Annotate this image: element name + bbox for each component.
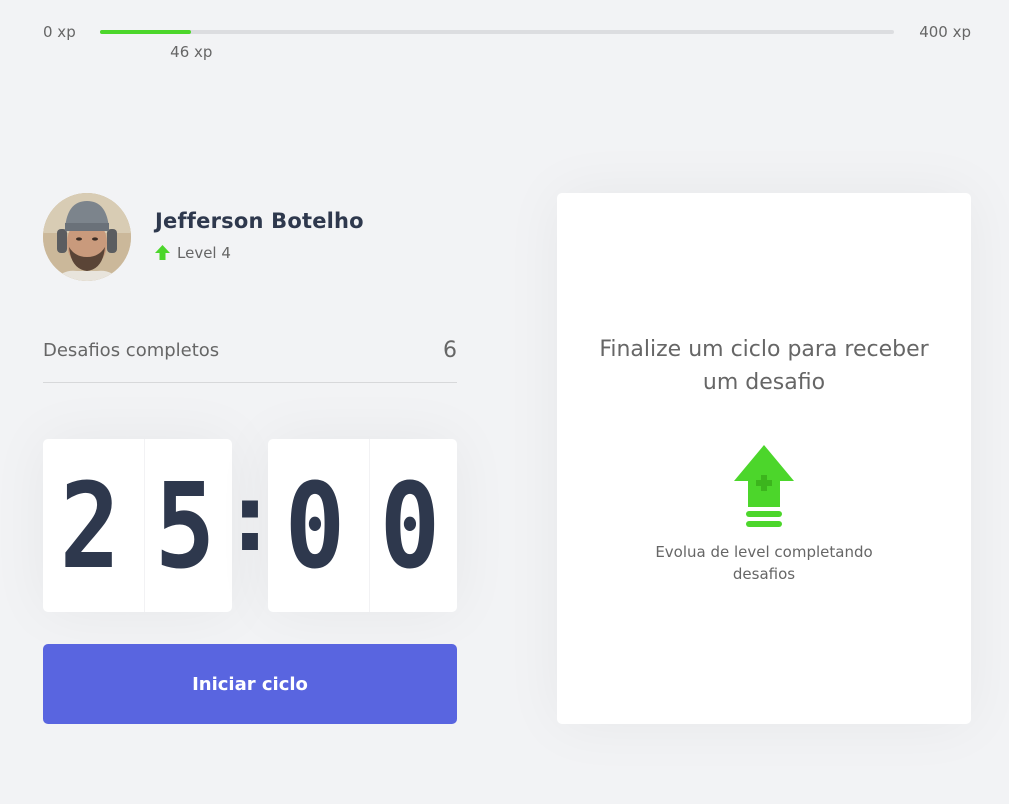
avatar: [43, 193, 131, 281]
countdown-minutes: 2 5: [43, 439, 232, 612]
start-cycle-button[interactable]: Iniciar ciclo: [43, 644, 457, 724]
level-label: Level 4: [177, 243, 231, 262]
xp-track: [100, 30, 894, 34]
profile-name: Jefferson Botelho: [155, 208, 364, 233]
second-ones-digit: 0: [369, 439, 450, 612]
completed-challenges-count: 6: [443, 338, 457, 363]
challenge-box: Finalize um ciclo para receber um desafi…: [557, 193, 971, 724]
xp-current-label: 46 xp: [170, 43, 213, 61]
profile-level: Level 4: [155, 244, 364, 262]
countdown-separator: :: [232, 466, 268, 572]
moveit-page: 0 xp 46 xp 400 xp Jefferson Botelho Leve…: [0, 0, 1009, 804]
xp-progress-fill: [100, 30, 192, 34]
challenge-hint: Evolua de level completando desafios: [655, 543, 873, 583]
level-up-icon: [734, 445, 794, 527]
xp-min-label: 0 xp: [43, 23, 76, 41]
second-tens-digit: 0: [284, 456, 346, 595]
minute-ones-digit: 5: [144, 439, 225, 612]
challenge-title: Finalize um ciclo para receber um desafi…: [599, 337, 929, 395]
completed-challenges: Desafios completos 6: [43, 336, 457, 383]
minute-tens-digit: 2: [59, 456, 121, 595]
experience-bar: 0 xp 46 xp 400 xp: [43, 22, 971, 62]
countdown: 2 5 : 0 0: [43, 439, 457, 612]
profile-info: Jefferson Botelho Level 4: [155, 209, 364, 262]
level-up-arrow-icon: [155, 245, 170, 260]
xp-max-label: 400 xp: [919, 23, 971, 41]
completed-challenges-label: Desafios completos: [43, 340, 220, 361]
profile: Jefferson Botelho Level 4: [43, 193, 364, 281]
countdown-seconds: 0 0: [268, 439, 457, 612]
